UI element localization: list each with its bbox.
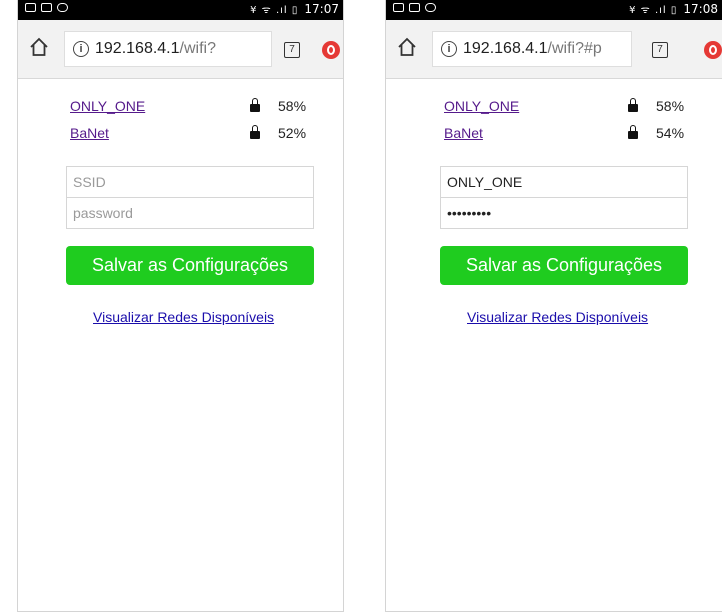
lock-icon (628, 125, 638, 139)
page-content: ONLY_ONE 58% BaNet 54% Salvar as Configu… (386, 79, 722, 611)
page-content: ONLY_ONE 58% BaNet 52% Salvar as Configu… (18, 79, 343, 611)
browser-toolbar: i 192.168.4.1/wifi?#p 7 (386, 20, 722, 79)
network-ssid-link[interactable]: BaNet (444, 125, 483, 141)
status-bar: ¥ ᯤ .ıl ▯ 17:08 (386, 0, 722, 20)
url-path: /wifi? (179, 40, 216, 57)
home-icon[interactable] (28, 36, 50, 58)
info-icon[interactable]: i (73, 41, 89, 57)
browser-toolbar: i 192.168.4.1/wifi? 7 (18, 20, 343, 79)
notification-icons (393, 3, 436, 12)
network-signal: 52% (278, 125, 307, 141)
view-networks-link[interactable]: Visualizar Redes Disponíveis (467, 309, 648, 325)
signal-icons: ¥ ᯤ .ıl ▯ (629, 5, 678, 16)
signal-icons: ¥ ᯤ .ıl ▯ (250, 5, 299, 16)
url-host: 192.168.4.1 (95, 40, 180, 57)
network-signal: 58% (278, 98, 307, 114)
lock-icon (250, 98, 260, 112)
chat-icon (57, 3, 68, 12)
home-icon[interactable] (396, 36, 418, 58)
gallery-icon (393, 3, 404, 12)
lock-icon (250, 125, 260, 139)
view-networks-link[interactable]: Visualizar Redes Disponíveis (93, 309, 274, 325)
network-ssid-link[interactable]: BaNet (70, 125, 109, 141)
network-item: ONLY_ONE 58% (70, 98, 343, 120)
opera-menu-icon[interactable] (322, 41, 340, 59)
save-settings-button[interactable]: Salvar as Configurações (440, 246, 688, 285)
status-time: 17:07 (304, 2, 339, 16)
network-ssid-link[interactable]: ONLY_ONE (444, 98, 519, 114)
info-icon[interactable]: i (441, 41, 457, 57)
link-icon (41, 3, 52, 12)
status-right: ¥ ᯤ .ıl ▯ 17:07 (250, 2, 339, 16)
ssid-input[interactable] (66, 166, 314, 198)
chat-icon (425, 3, 436, 12)
link-icon (409, 3, 420, 12)
tab-switcher-button[interactable]: 7 (284, 42, 300, 58)
status-time: 17:08 (683, 2, 718, 16)
notification-icons (25, 3, 68, 12)
password-input[interactable] (66, 197, 314, 229)
address-bar[interactable]: i 192.168.4.1/wifi? (64, 31, 272, 67)
opera-menu-icon[interactable] (704, 41, 722, 59)
tab-switcher-button[interactable]: 7 (652, 42, 668, 58)
network-item: BaNet 54% (444, 125, 722, 147)
status-right: ¥ ᯤ .ıl ▯ 17:08 (629, 2, 718, 16)
gallery-icon (25, 3, 36, 12)
network-ssid-link[interactable]: ONLY_ONE (70, 98, 145, 114)
lock-icon (628, 98, 638, 112)
network-item: BaNet 52% (70, 125, 343, 147)
phone-screen-right: ¥ ᯤ .ıl ▯ 17:08 i 192.168.4.1/wifi?#p 7 … (386, 0, 722, 611)
status-bar: ¥ ᯤ .ıl ▯ 17:07 (18, 0, 343, 20)
url-host: 192.168.4.1 (463, 40, 548, 57)
network-signal: 54% (656, 125, 685, 141)
phone-screen-left: ¥ ᯤ .ıl ▯ 17:07 i 192.168.4.1/wifi? 7 ON… (18, 0, 343, 611)
password-input[interactable] (440, 197, 688, 229)
network-item: ONLY_ONE 58% (444, 98, 722, 120)
network-signal: 58% (656, 98, 685, 114)
save-settings-button[interactable]: Salvar as Configurações (66, 246, 314, 285)
ssid-input[interactable] (440, 166, 688, 198)
address-bar[interactable]: i 192.168.4.1/wifi?#p (432, 31, 632, 67)
url-path: /wifi?#p (547, 40, 602, 57)
